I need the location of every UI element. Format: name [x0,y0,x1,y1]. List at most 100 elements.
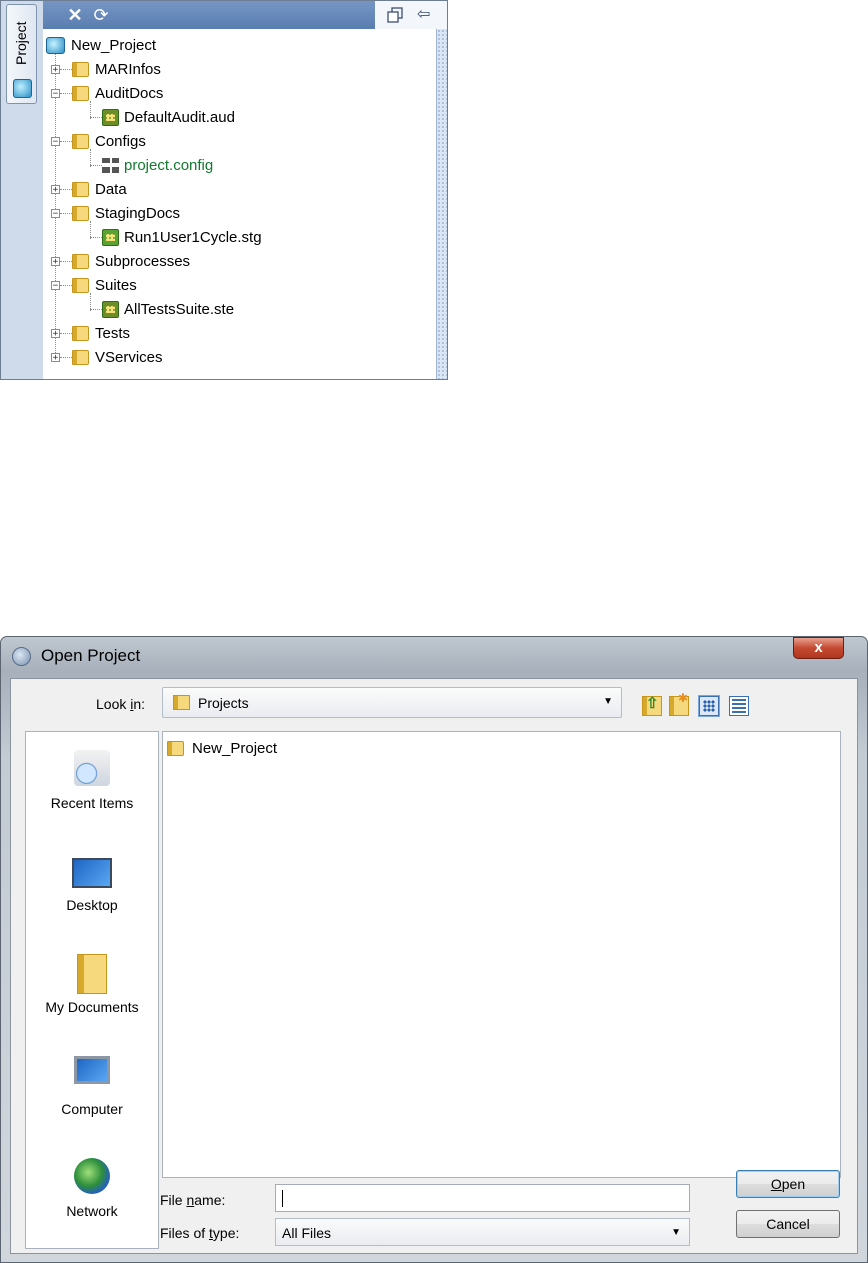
tree-item-tests[interactable]: + Tests [51,323,130,343]
side-tabbar: Project [1,1,43,379]
tree-connector [60,68,72,70]
files-of-type-value: All Files [282,1225,332,1241]
dropdown-arrow-icon[interactable]: ▼ [603,696,613,707]
open-button[interactable]: Open [736,1170,840,1198]
place-recent-items[interactable]: Recent Items [26,750,158,850]
expand-icon[interactable]: + [51,64,60,74]
tree-item-data[interactable]: + Data [51,179,127,199]
tree-item-project-config[interactable]: project.config [90,155,213,175]
project-tree: New_Project + MARInfos − AuditDocs Defau… [43,29,436,379]
refresh-icon[interactable]: ⟳ [91,5,111,25]
file-name-label-part: ame: [194,1192,226,1208]
tree-item-alltestssuite[interactable]: AllTestsSuite.ste [90,299,234,319]
place-label: Network [66,1203,118,1219]
details-view-icon[interactable] [729,696,749,716]
cancel-button[interactable]: Cancel [736,1210,840,1238]
files-of-type-dropdown[interactable]: All Files ▼ [275,1218,690,1246]
up-one-level-icon[interactable] [642,694,662,716]
tree-item-label: MARInfos [95,60,161,78]
tree-item-defaultaudit[interactable]: DefaultAudit.aud [90,107,235,127]
folder-icon [72,133,89,149]
dialog-title: Open Project [41,646,141,665]
tree-connector [60,92,72,94]
tree-connector [60,188,72,190]
text-caret [282,1190,283,1207]
suite-file-icon [102,300,119,318]
dock-arrow-icon[interactable]: ⇦ [417,7,437,23]
folder-icon [72,181,89,197]
config-file-icon [102,157,119,173]
open-button-label: pen [781,1176,806,1192]
open-project-dialog: Open Project x Look in: Projects ▼ Recen… [0,636,868,1263]
open-button-mnemonic: O [770,1176,782,1192]
tree-connector [60,284,72,286]
place-label: Desktop [66,897,118,913]
expand-icon[interactable]: + [51,328,60,338]
panel-toolbar: ✕ ⟳ ⇦ [43,1,447,29]
list-item[interactable]: New_Project [167,738,277,758]
list-view-icon[interactable] [698,695,720,717]
folder-icon [72,349,89,365]
tree-item-auditdocs[interactable]: − AuditDocs [51,83,163,103]
folder-icon [72,85,89,101]
file-name-label: File name: [160,1192,225,1208]
place-my-documents[interactable]: My Documents [26,954,158,1054]
tree-item-marinfos[interactable]: + MARInfos [51,59,161,79]
audit-file-icon [102,108,119,126]
tree-connector [60,332,72,334]
dialog-app-icon [12,647,31,666]
staging-file-icon [102,228,119,246]
look-in-label-part: Look [96,696,131,712]
expand-icon[interactable]: + [51,256,60,266]
panel-splitter[interactable] [436,29,447,379]
list-item-label: New_Project [192,739,278,757]
close-icon[interactable]: ✕ [65,5,85,25]
place-computer[interactable]: Computer [26,1056,158,1156]
tree-connector [90,236,102,238]
recent-items-icon [74,750,110,786]
restore-window-icon[interactable] [387,7,403,23]
tree-item-label: Configs [95,132,146,150]
expand-icon[interactable]: + [51,184,60,194]
tree-item-suites[interactable]: − Suites [51,275,137,295]
project-side-tab-label: Project [13,21,29,65]
tree-item-subprocesses[interactable]: + Subprocesses [51,251,190,271]
place-label: My Documents [45,999,139,1015]
project-side-tab[interactable]: Project [6,4,37,104]
tree-connector [60,140,72,142]
tree-connector [60,212,72,214]
dialog-close-button[interactable]: x [793,637,844,659]
tree-root[interactable]: New_Project [46,35,156,55]
collapse-icon[interactable]: − [51,280,60,290]
place-network[interactable]: Network [26,1158,158,1258]
tree-item-label: VServices [95,348,163,366]
look-in-label: Look in: [96,696,145,712]
tree-item-label: Suites [95,276,137,294]
dialog-titlebar[interactable]: Open Project x [1,637,867,675]
file-list[interactable]: New_Project [162,731,841,1178]
tree-item-vservices[interactable]: + VServices [51,347,163,367]
project-globe-icon [13,79,32,98]
new-folder-icon[interactable] [669,691,689,716]
places-bar: Recent Items Desktop My Documents Comput… [25,731,159,1249]
file-name-input[interactable] [275,1184,690,1212]
collapse-icon[interactable]: − [51,136,60,146]
expand-icon[interactable]: + [51,352,60,362]
look-in-dropdown[interactable]: Projects ▼ [162,687,622,718]
place-desktop[interactable]: Desktop [26,852,158,952]
collapse-icon[interactable]: − [51,88,60,98]
tree-connector [90,308,102,310]
tree-root-label: New_Project [71,36,157,54]
dropdown-arrow-icon[interactable]: ▼ [671,1227,681,1238]
tree-item-run1user1cycle[interactable]: Run1User1Cycle.stg [90,227,262,247]
tree-item-configs[interactable]: − Configs [51,131,146,151]
tree-item-label: Data [95,180,127,198]
tree-item-label: AllTestsSuite.ste [124,300,235,318]
tree-item-stagingdocs[interactable]: − StagingDocs [51,203,180,223]
tree-item-label: DefaultAudit.aud [124,108,235,126]
tree-connector [90,164,102,166]
collapse-icon[interactable]: − [51,208,60,218]
folder-icon [173,695,190,710]
tree-item-label: AuditDocs [95,84,164,102]
folder-icon [72,61,89,77]
